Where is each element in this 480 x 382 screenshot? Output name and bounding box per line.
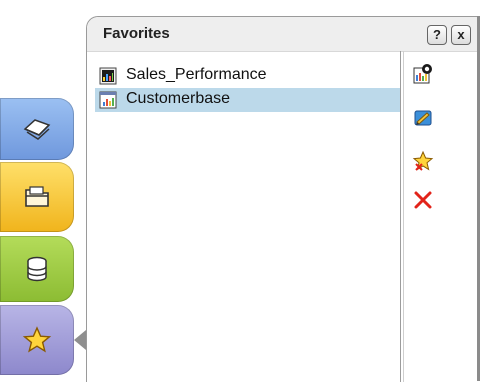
close-button[interactable]: x	[451, 25, 471, 45]
toolbar-divider	[400, 51, 401, 382]
favorites-panel: Favorites ? x Sales_Performance Customer…	[86, 16, 480, 382]
panel-header: Favorites ? x	[87, 17, 480, 52]
folder-icon	[25, 186, 49, 207]
help-button[interactable]: ?	[427, 25, 447, 45]
tab-database[interactable]	[0, 236, 74, 302]
toolbar-divider	[403, 51, 404, 382]
open-favorite-icon[interactable]	[412, 63, 434, 85]
edit-favorite-icon[interactable]	[412, 107, 434, 129]
report-chart-icon	[99, 91, 117, 109]
list-item[interactable]: Sales_Performance	[95, 64, 400, 88]
favorite-label: Sales_Performance	[126, 66, 267, 83]
favorite-label: Customerbase	[126, 90, 231, 107]
envelope-icon	[23, 119, 51, 140]
remove-favorite-star-icon[interactable]	[412, 150, 434, 172]
list-item[interactable]: Customerbase	[95, 88, 400, 112]
panel-title: Favorites	[103, 25, 170, 42]
dashboard-icon	[99, 67, 117, 85]
selected-tab-pointer	[74, 330, 86, 350]
tab-favorites[interactable]	[0, 305, 74, 375]
tab-folder[interactable]	[0, 162, 74, 232]
tab-envelope[interactable]	[0, 98, 74, 160]
star-icon	[22, 326, 52, 353]
database-icon	[27, 256, 47, 282]
delete-icon[interactable]	[412, 189, 434, 211]
